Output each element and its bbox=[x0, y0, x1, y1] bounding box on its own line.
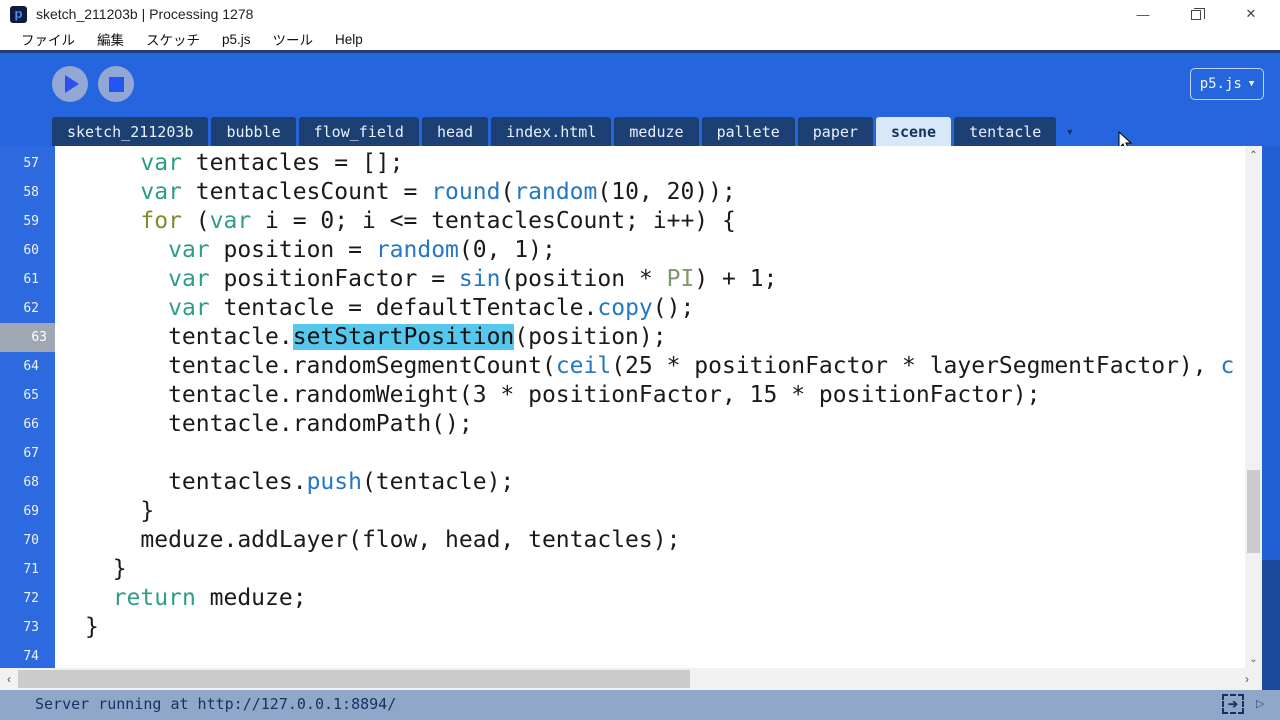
menu-item-スケッチ[interactable]: スケッチ bbox=[135, 28, 211, 50]
restore-icon bbox=[1191, 8, 1205, 20]
editor-right-frame-shade bbox=[1262, 560, 1280, 690]
tab-pallete[interactable]: pallete bbox=[701, 117, 795, 146]
line-number: 71 bbox=[23, 562, 39, 577]
code-line-58: var tentaclesCount = round(random(10, 20… bbox=[140, 179, 736, 205]
tab-head[interactable]: head bbox=[421, 117, 489, 146]
chevron-down-icon: ▼ bbox=[1248, 79, 1255, 89]
tab-bar: sketch_211203b bubble flow_field head index.… bbox=[0, 115, 1280, 146]
minimize-button[interactable]: — bbox=[1120, 0, 1166, 28]
line-number: 65 bbox=[23, 388, 39, 403]
processing-logo-icon: p bbox=[10, 6, 27, 23]
mode-label: p5.js bbox=[1199, 76, 1242, 92]
line-number: 66 bbox=[23, 417, 39, 432]
scroll-up-arrow[interactable]: ⌃ bbox=[1245, 146, 1262, 164]
code-line-65: tentacle.randomWeight(3 * positionFactor… bbox=[85, 382, 1041, 408]
vertical-scroll-thumb[interactable] bbox=[1247, 470, 1260, 553]
line-number: 64 bbox=[23, 359, 39, 374]
line-number: 74 bbox=[23, 649, 39, 664]
status-bar: Server running at http://127.0.0.1:8894/… bbox=[0, 690, 1280, 720]
code-line-70: meduze.addLayer(flow, head, tentacles); bbox=[85, 527, 681, 553]
horizontal-scrollbar[interactable]: ‹ › bbox=[0, 668, 1262, 690]
close-button[interactable]: ✕ bbox=[1228, 0, 1274, 28]
code-line-69: } bbox=[85, 498, 155, 524]
line-number: 60 bbox=[23, 243, 39, 258]
play-icon bbox=[65, 75, 79, 93]
console-toggle-icon[interactable]: ➔ bbox=[1222, 694, 1244, 714]
line-number: 69 bbox=[23, 504, 39, 519]
line-number: 68 bbox=[23, 475, 39, 490]
tab-flow_field[interactable]: flow_field bbox=[298, 117, 419, 146]
window-title: sketch_211203b | Processing 1278 bbox=[36, 6, 254, 22]
tab-tentacle[interactable]: tentacle bbox=[954, 117, 1057, 146]
stop-button[interactable] bbox=[98, 66, 134, 102]
code-editor[interactable]: 57 58 59 60 61 62 63 64 65 66 67 68 69 70 71 72 73 74 var… bbox=[0, 146, 1262, 668]
line-number-gutter: 57 58 59 60 61 62 63 64 65 66 67 68 69 70 71 72 73 74 bbox=[0, 146, 55, 668]
stop-icon bbox=[108, 76, 124, 92]
code-line-64: tentacle.randomSegmentCount(ceil(25 * po… bbox=[85, 353, 1235, 379]
line-number: 67 bbox=[23, 446, 39, 461]
code-line-61: var positionFactor = sin(position * PI) … bbox=[168, 266, 778, 292]
menu-item-ツール[interactable]: ツール bbox=[262, 28, 325, 50]
line-number: 72 bbox=[23, 591, 39, 606]
console-play-icon[interactable]: ▷ bbox=[1256, 697, 1264, 710]
tab-sketch_211203b[interactable]: sketch_211203b bbox=[52, 117, 209, 146]
maximize-button[interactable] bbox=[1174, 0, 1220, 28]
code-line-63: tentacle.setStartPosition(position); bbox=[85, 324, 667, 350]
menu-item-p5js[interactable]: p5.js bbox=[211, 28, 262, 50]
line-number: 58 bbox=[23, 185, 39, 200]
code-line-66: tentacle.randomPath(); bbox=[85, 411, 473, 437]
title-bar: p sketch_211203b | Processing 1278 — ✕ bbox=[0, 0, 1280, 28]
horizontal-scroll-thumb[interactable] bbox=[18, 670, 690, 688]
run-button[interactable] bbox=[52, 66, 88, 102]
code-area[interactable]: var tentacles = []; var tentaclesCount =… bbox=[55, 146, 1245, 668]
line-number: 61 bbox=[23, 272, 39, 287]
code-line-60: var position = random(0, 1); bbox=[168, 237, 556, 263]
tab-index.html[interactable]: index.html bbox=[491, 117, 612, 146]
code-line-59: for (var i = 0; i <= tentaclesCount; i++… bbox=[140, 208, 736, 234]
mode-selector-button[interactable]: p5.js ▼ bbox=[1190, 68, 1264, 100]
line-number: 70 bbox=[23, 533, 39, 548]
code-line-72: return meduze; bbox=[112, 585, 307, 611]
tab-bubble[interactable]: bubble bbox=[211, 117, 296, 146]
menu-item-編集[interactable]: 編集 bbox=[86, 28, 135, 50]
editor-right-frame bbox=[1262, 146, 1280, 560]
line-number: 57 bbox=[23, 156, 39, 171]
line-number: 62 bbox=[23, 301, 39, 316]
code-line-71: } bbox=[85, 556, 127, 582]
tab-overflow-button[interactable]: ▼ bbox=[1059, 117, 1080, 146]
tab-scene[interactable]: scene bbox=[875, 117, 952, 146]
code-line-57: var tentacles = []; bbox=[140, 150, 404, 176]
line-number-current: 63 bbox=[0, 323, 55, 352]
menu-item-Help[interactable]: Help bbox=[324, 28, 374, 50]
code-line-62: var tentacle = defaultTentacle.copy(); bbox=[168, 295, 695, 321]
vertical-scrollbar[interactable]: ⌃ ⌄ bbox=[1245, 146, 1262, 668]
line-number: 59 bbox=[23, 214, 39, 229]
selected-text[interactable]: setStartPosition bbox=[292, 324, 515, 350]
tab-paper[interactable]: paper bbox=[797, 117, 873, 146]
processing-window: p sketch_211203b | Processing 1278 — ✕ フ… bbox=[0, 0, 1280, 720]
toolbar: p5.js ▼ bbox=[0, 53, 1280, 115]
menu-item-ファイル[interactable]: ファイル bbox=[10, 28, 86, 50]
code-line-73: } bbox=[85, 614, 99, 640]
scroll-left-arrow[interactable]: ‹ bbox=[0, 668, 18, 690]
server-status-message: Server running at http://127.0.0.1:8894/ bbox=[35, 695, 397, 713]
code-line-68: tentacles.push(tentacle); bbox=[85, 469, 515, 495]
menu-bar: ファイル 編集 スケッチ p5.js ツール Help bbox=[0, 28, 1280, 50]
line-number: 73 bbox=[23, 620, 39, 635]
scroll-down-arrow[interactable]: ⌄ bbox=[1245, 650, 1262, 668]
tab-meduze[interactable]: meduze bbox=[614, 117, 699, 146]
scroll-right-arrow[interactable]: › bbox=[1238, 668, 1256, 690]
